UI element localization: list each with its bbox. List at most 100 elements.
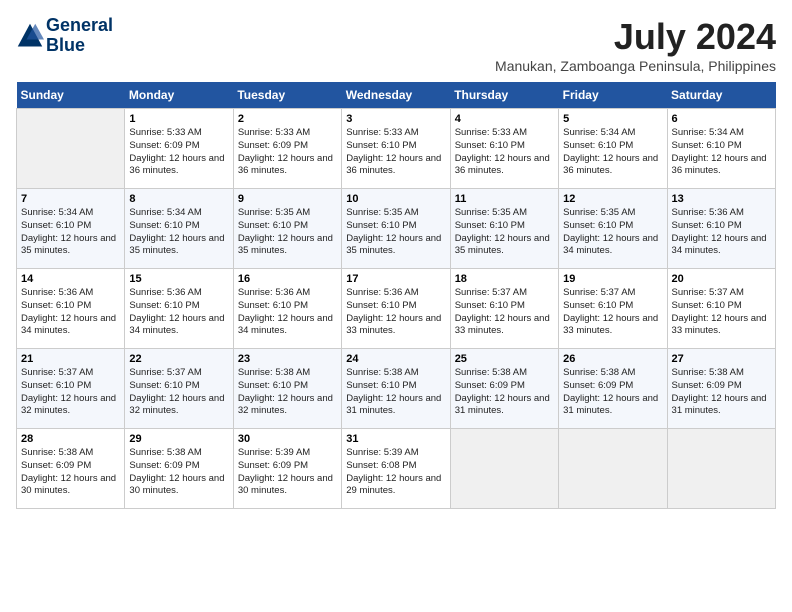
calendar-cell: 7 Sunrise: 5:34 AMSunset: 6:10 PMDaylight… bbox=[17, 189, 125, 269]
day-info: Sunrise: 5:36 AMSunset: 6:10 PMDaylight:… bbox=[238, 287, 337, 338]
day-number: 28 bbox=[21, 433, 120, 445]
calendar-cell bbox=[559, 429, 667, 509]
day-number: 17 bbox=[346, 273, 445, 285]
day-number: 5 bbox=[563, 113, 662, 125]
day-info: Sunrise: 5:37 AMSunset: 6:10 PMDaylight:… bbox=[455, 287, 554, 338]
logo-icon bbox=[16, 22, 44, 50]
calendar-cell: 11 Sunrise: 5:35 AMSunset: 6:10 PMDayligh… bbox=[450, 189, 558, 269]
day-info: Sunrise: 5:37 AMSunset: 6:10 PMDaylight:… bbox=[563, 287, 662, 338]
calendar-cell: 26 Sunrise: 5:38 AMSunset: 6:09 PMDayligh… bbox=[559, 349, 667, 429]
day-number: 27 bbox=[672, 353, 771, 365]
day-info: Sunrise: 5:34 AMSunset: 6:10 PMDaylight:… bbox=[672, 127, 771, 178]
calendar-table: SundayMondayTuesdayWednesdayThursdayFrid… bbox=[16, 82, 776, 509]
day-info: Sunrise: 5:35 AMSunset: 6:10 PMDaylight:… bbox=[563, 207, 662, 258]
day-info: Sunrise: 5:38 AMSunset: 6:10 PMDaylight:… bbox=[238, 367, 337, 418]
day-number: 4 bbox=[455, 113, 554, 125]
calendar-cell: 21Sunrise: 5:37 AMSunset: 6:10 PMDayligh… bbox=[17, 349, 125, 429]
day-number: 21 bbox=[21, 353, 120, 365]
day-info: Sunrise: 5:36 AMSunset: 6:10 PMDaylight:… bbox=[672, 207, 771, 258]
calendar-cell: 29 Sunrise: 5:38 AMSunset: 6:09 PMDayligh… bbox=[125, 429, 233, 509]
weekday-header: Wednesday bbox=[342, 82, 450, 109]
day-number: 25 bbox=[455, 353, 554, 365]
day-info: Sunrise: 5:35 AMSunset: 6:10 PMDaylight:… bbox=[455, 207, 554, 258]
logo-line2: Blue bbox=[46, 36, 113, 56]
calendar-cell: 14 Sunrise: 5:36 AMSunset: 6:10 PMDayligh… bbox=[17, 269, 125, 349]
day-info: Sunrise: 5:34 AMSunset: 6:10 PMDaylight:… bbox=[21, 207, 120, 258]
day-info: Sunrise: 5:33 AMSunset: 6:09 PMDaylight:… bbox=[129, 127, 228, 178]
day-info: Sunrise: 5:38 AMSunset: 6:09 PMDaylight:… bbox=[129, 447, 228, 498]
weekday-header: Thursday bbox=[450, 82, 558, 109]
weekday-header: Saturday bbox=[667, 82, 775, 109]
calendar-cell: 19 Sunrise: 5:37 AMSunset: 6:10 PMDayligh… bbox=[559, 269, 667, 349]
calendar-cell: 30 Sunrise: 5:39 AMSunset: 6:09 PMDayligh… bbox=[233, 429, 341, 509]
day-number: 26 bbox=[563, 353, 662, 365]
calendar-cell bbox=[450, 429, 558, 509]
calendar-cell: 18Sunrise: 5:37 AMSunset: 6:10 PMDayligh… bbox=[450, 269, 558, 349]
weekday-header: Sunday bbox=[17, 82, 125, 109]
weekday-header: Tuesday bbox=[233, 82, 341, 109]
day-info: Sunrise: 5:38 AMSunset: 6:09 PMDaylight:… bbox=[21, 447, 120, 498]
calendar-cell: 10Sunrise: 5:35 AMSunset: 6:10 PMDayligh… bbox=[342, 189, 450, 269]
day-number: 15 bbox=[129, 273, 228, 285]
calendar-cell bbox=[17, 109, 125, 189]
day-number: 9 bbox=[238, 193, 337, 205]
day-number: 8 bbox=[129, 193, 228, 205]
calendar-cell bbox=[667, 429, 775, 509]
calendar-cell: 2Sunrise: 5:33 AMSunset: 6:09 PMDaylight… bbox=[233, 109, 341, 189]
calendar-cell: 6 Sunrise: 5:34 AMSunset: 6:10 PMDaylight… bbox=[667, 109, 775, 189]
title-area: July 2024 Manukan, Zamboanga Peninsula, … bbox=[495, 16, 776, 74]
calendar-cell: 17 Sunrise: 5:36 AMSunset: 6:10 PMDayligh… bbox=[342, 269, 450, 349]
calendar-week: 14 Sunrise: 5:36 AMSunset: 6:10 PMDayligh… bbox=[17, 269, 776, 349]
day-info: Sunrise: 5:38 AMSunset: 6:09 PMDaylight:… bbox=[672, 367, 771, 418]
calendar-cell: 25Sunrise: 5:38 AMSunset: 6:09 PMDayligh… bbox=[450, 349, 558, 429]
day-number: 24 bbox=[346, 353, 445, 365]
calendar-header: SundayMondayTuesdayWednesdayThursdayFrid… bbox=[17, 82, 776, 109]
day-number: 11 bbox=[455, 193, 554, 205]
day-info: Sunrise: 5:37 AMSunset: 6:10 PMDaylight:… bbox=[129, 367, 228, 418]
logo-line1: General bbox=[46, 16, 113, 36]
header-row: SundayMondayTuesdayWednesdayThursdayFrid… bbox=[17, 82, 776, 109]
day-info: Sunrise: 5:39 AMSunset: 6:08 PMDaylight:… bbox=[346, 447, 445, 498]
day-number: 6 bbox=[672, 113, 771, 125]
calendar-week: 28 Sunrise: 5:38 AMSunset: 6:09 PMDayligh… bbox=[17, 429, 776, 509]
calendar-cell: 3 Sunrise: 5:33 AMSunset: 6:10 PMDaylight… bbox=[342, 109, 450, 189]
day-number: 13 bbox=[672, 193, 771, 205]
day-info: Sunrise: 5:34 AMSunset: 6:10 PMDaylight:… bbox=[129, 207, 228, 258]
day-info: Sunrise: 5:37 AMSunset: 6:10 PMDaylight:… bbox=[672, 287, 771, 338]
day-number: 1 bbox=[129, 113, 228, 125]
day-number: 14 bbox=[21, 273, 120, 285]
day-number: 30 bbox=[238, 433, 337, 445]
calendar-cell: 16 Sunrise: 5:36 AMSunset: 6:10 PMDayligh… bbox=[233, 269, 341, 349]
day-info: Sunrise: 5:36 AMSunset: 6:10 PMDaylight:… bbox=[346, 287, 445, 338]
calendar-cell: 20Sunrise: 5:37 AMSunset: 6:10 PMDayligh… bbox=[667, 269, 775, 349]
day-number: 16 bbox=[238, 273, 337, 285]
day-info: Sunrise: 5:33 AMSunset: 6:10 PMDaylight:… bbox=[455, 127, 554, 178]
day-info: Sunrise: 5:35 AMSunset: 6:10 PMDaylight:… bbox=[238, 207, 337, 258]
day-info: Sunrise: 5:34 AMSunset: 6:10 PMDaylight:… bbox=[563, 127, 662, 178]
day-number: 2 bbox=[238, 113, 337, 125]
logo: General Blue bbox=[16, 16, 113, 56]
calendar-cell: 5 Sunrise: 5:34 AMSunset: 6:10 PMDaylight… bbox=[559, 109, 667, 189]
day-info: Sunrise: 5:39 AMSunset: 6:09 PMDaylight:… bbox=[238, 447, 337, 498]
day-number: 7 bbox=[21, 193, 120, 205]
calendar-cell: 22Sunrise: 5:37 AMSunset: 6:10 PMDayligh… bbox=[125, 349, 233, 429]
weekday-header: Friday bbox=[559, 82, 667, 109]
calendar-cell: 31 Sunrise: 5:39 AMSunset: 6:08 PMDayligh… bbox=[342, 429, 450, 509]
day-number: 23 bbox=[238, 353, 337, 365]
day-info: Sunrise: 5:36 AMSunset: 6:10 PMDaylight:… bbox=[21, 287, 120, 338]
calendar-cell: 15 Sunrise: 5:36 AMSunset: 6:10 PMDayligh… bbox=[125, 269, 233, 349]
day-number: 31 bbox=[346, 433, 445, 445]
calendar-cell: 27 Sunrise: 5:38 AMSunset: 6:09 PMDayligh… bbox=[667, 349, 775, 429]
weekday-header: Monday bbox=[125, 82, 233, 109]
day-number: 29 bbox=[129, 433, 228, 445]
day-number: 12 bbox=[563, 193, 662, 205]
day-info: Sunrise: 5:38 AMSunset: 6:10 PMDaylight:… bbox=[346, 367, 445, 418]
day-info: Sunrise: 5:36 AMSunset: 6:10 PMDaylight:… bbox=[129, 287, 228, 338]
calendar-week: 7 Sunrise: 5:34 AMSunset: 6:10 PMDaylight… bbox=[17, 189, 776, 269]
calendar-week: 21 Sunrise: 5:37 AMSunset: 6:10 PMDayligh… bbox=[17, 349, 776, 429]
day-number: 19 bbox=[563, 273, 662, 285]
calendar-cell: 23 Sunrise: 5:38 AMSunset: 6:10 PMDayligh… bbox=[233, 349, 341, 429]
day-info: Sunrise: 5:33 AMSunset: 6:10 PMDaylight:… bbox=[346, 127, 445, 178]
day-number: 3 bbox=[346, 113, 445, 125]
day-info: Sunrise: 5:38 AMSunset: 6:09 PMDaylight:… bbox=[563, 367, 662, 418]
